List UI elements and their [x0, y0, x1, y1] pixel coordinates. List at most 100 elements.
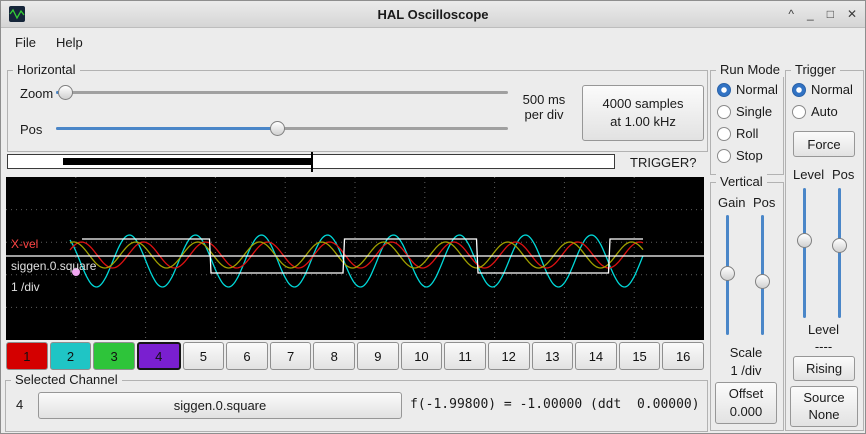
trigger-group-label: Trigger: [791, 62, 840, 77]
horizontal-group-label: Horizontal: [13, 62, 80, 77]
radio-icon: [717, 105, 731, 119]
radio-icon: [717, 127, 731, 141]
trigger-level-slider[interactable]: [797, 188, 812, 318]
run-mode-option-roll[interactable]: Roll: [717, 124, 778, 143]
trigger-pos-slider[interactable]: [832, 188, 847, 318]
horizontal-pos-slider[interactable]: [56, 121, 508, 136]
menu-file[interactable]: File: [5, 31, 46, 54]
radio-icon: [717, 83, 731, 97]
trigger-level-slider-trough: [803, 188, 806, 318]
scope-scale-label: 1 /div: [11, 280, 40, 294]
run-mode-option-stop[interactable]: Stop: [717, 146, 778, 165]
channel-button-8[interactable]: 8: [313, 342, 355, 370]
offset-label: Offset: [729, 386, 763, 402]
radio-icon: [717, 149, 731, 163]
trigger-level-label: Level: [793, 167, 824, 182]
channel-button-14[interactable]: 14: [575, 342, 617, 370]
radio-label: Stop: [736, 148, 763, 163]
trigger-level-slider-handle[interactable]: [797, 233, 812, 248]
zoom-label: Zoom: [20, 86, 53, 101]
trigger-options: Normal Auto: [792, 80, 853, 121]
run-mode-group: Run Mode NormalSingleRollStop: [710, 70, 784, 175]
trigger-group: Trigger NormalAuto Force Level Pos Level…: [785, 70, 864, 431]
selected-channel-group: Selected Channel 4 siggen.0.square f(-1.…: [5, 380, 708, 432]
vertical-pos-label: Pos: [753, 195, 775, 210]
trigger-option-auto[interactable]: Auto: [792, 102, 853, 121]
shade-button[interactable]: ^: [788, 8, 794, 20]
gain-slider-handle[interactable]: [720, 266, 735, 281]
channel-button-7[interactable]: 7: [270, 342, 312, 370]
trigger-status-label: TRIGGER?: [630, 155, 696, 170]
channel-button-15[interactable]: 15: [619, 342, 661, 370]
channel-button-5[interactable]: 5: [183, 342, 225, 370]
trace-chan3-sine: [70, 242, 643, 268]
force-button[interactable]: Force: [793, 131, 855, 157]
zoom-slider[interactable]: [56, 85, 508, 100]
channel-button-11[interactable]: 11: [444, 342, 486, 370]
run-mode-option-single[interactable]: Single: [717, 102, 778, 121]
samples-line1: 4000 samples: [603, 96, 684, 112]
vertical-group: Vertical Gain Pos Scale 1 /div Offset 0.…: [710, 182, 784, 431]
horizontal-pos-label: Pos: [20, 122, 42, 137]
selected-channel-group-label: Selected Channel: [11, 372, 122, 387]
record-marker: [311, 152, 313, 172]
vertical-pos-slider-handle[interactable]: [755, 274, 770, 289]
close-button[interactable]: ✕: [847, 8, 857, 20]
radio-label: Roll: [736, 126, 758, 141]
maximize-button[interactable]: □: [827, 8, 834, 20]
offset-value: 0.000: [730, 404, 763, 420]
offset-button[interactable]: Offset 0.000: [715, 382, 777, 424]
timebase-unit: per div: [512, 107, 576, 122]
trigger-source-button[interactable]: Source None: [790, 386, 858, 427]
window-controls: ^ _ □ ✕: [788, 8, 857, 20]
menu-help[interactable]: Help: [46, 31, 93, 54]
samples-line2: at 1.00 kHz: [610, 114, 676, 130]
vertical-group-label: Vertical: [716, 174, 767, 189]
horizontal-pos-slider-fill: [56, 127, 277, 130]
channel-button-1[interactable]: 1: [6, 342, 48, 370]
record-position-bar: [7, 154, 615, 169]
titlebar[interactable]: HAL Oscilloscope ^_□✕: [1, 1, 865, 28]
channel-source-button[interactable]: siggen.0.square: [38, 392, 402, 419]
scale-label: Scale: [711, 345, 781, 360]
channel-button-2[interactable]: 2: [50, 342, 92, 370]
trigger-option-normal[interactable]: Normal: [792, 80, 853, 99]
waveform-svg: [6, 177, 704, 340]
channel-button-4[interactable]: 4: [137, 342, 181, 370]
channel-button-12[interactable]: 12: [488, 342, 530, 370]
channel-button-9[interactable]: 9: [357, 342, 399, 370]
channel-button-10[interactable]: 10: [401, 342, 443, 370]
gain-label: Gain: [718, 195, 745, 210]
trigger-source-label: Source: [803, 390, 844, 406]
run-mode-option-normal[interactable]: Normal: [717, 80, 778, 99]
trigger-pos-label: Pos: [832, 167, 854, 182]
trigger-level-value: ----: [786, 339, 861, 354]
trace-chan1-sine: [70, 242, 643, 268]
minimize-button[interactable]: _: [807, 8, 814, 20]
trigger-pos-slider-handle[interactable]: [832, 238, 847, 253]
horizontal-group: Horizontal Zoom Pos 500 ms per div 4000 …: [7, 70, 708, 152]
channel-button-16[interactable]: 16: [662, 342, 704, 370]
radio-icon: [792, 105, 806, 119]
trigger-source-value: None: [808, 407, 839, 423]
scope-display[interactable]: X-vel siggen.0.square 1 /div: [6, 177, 704, 340]
edge-button[interactable]: Rising: [793, 356, 855, 381]
gain-slider[interactable]: [720, 215, 735, 335]
scale-value: 1 /div: [711, 363, 781, 378]
radio-icon: [792, 83, 806, 97]
channel-button-3[interactable]: 3: [93, 342, 135, 370]
timebase-value: 500 ms: [512, 92, 576, 107]
app-icon: [9, 6, 25, 22]
selected-channel-number: 4: [16, 397, 23, 412]
channel-button-13[interactable]: 13: [532, 342, 574, 370]
channel-button-6[interactable]: 6: [226, 342, 268, 370]
radio-label: Auto: [811, 104, 838, 119]
zoom-slider-handle[interactable]: [58, 85, 73, 100]
radio-label: Normal: [811, 82, 853, 97]
vertical-pos-slider[interactable]: [755, 215, 770, 335]
channel-row: 12345678910111213141516: [6, 342, 704, 370]
horizontal-pos-slider-handle[interactable]: [270, 121, 285, 136]
timebase-label: 500 ms per div: [512, 92, 576, 122]
samples-button[interactable]: 4000 samples at 1.00 kHz: [582, 85, 704, 141]
hal-oscilloscope-window: HAL Oscilloscope ^_□✕ FileHelp Horizonta…: [0, 0, 866, 434]
